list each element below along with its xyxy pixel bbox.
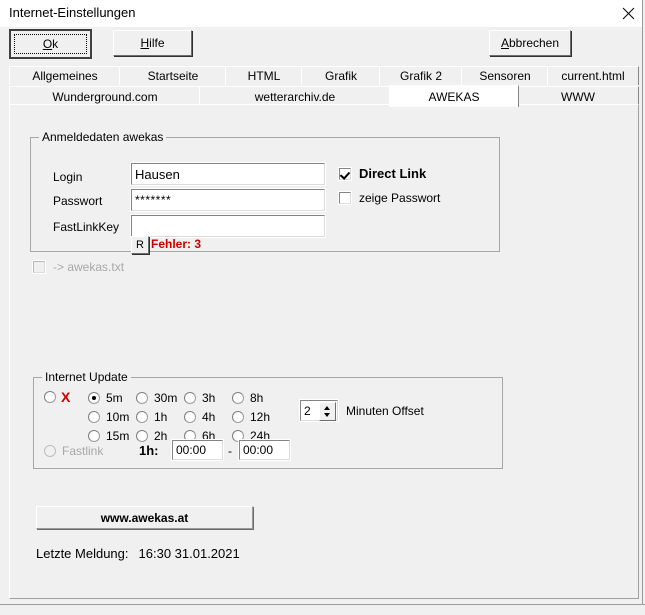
ok-button-focus-ring: Ok [14, 34, 87, 54]
radio-icon [136, 392, 148, 404]
login-input[interactable]: Hausen [131, 163, 325, 185]
awekas-link-button[interactable]: www.awekas.at [36, 506, 253, 529]
stepper-arrows-icon[interactable] [319, 402, 336, 421]
radio-icon [184, 411, 196, 423]
fastlink-end-time-input[interactable]: 00:00 [239, 440, 290, 460]
help-button-label: ilfe [149, 36, 164, 50]
window-border-bottom [0, 604, 645, 615]
radio-label: 5m [106, 391, 123, 405]
tab-sensoren[interactable]: Sensoren [461, 66, 549, 85]
title-bar: Internet-Einstellungen [0, 0, 645, 27]
radio-3h[interactable]: 3h [184, 391, 215, 405]
tab-current-html[interactable]: current.html [547, 66, 639, 85]
tab-wunderground[interactable]: Wunderground.com [9, 86, 201, 106]
fastlinkkey-label: FastLinkKey [53, 220, 119, 234]
radio-12h[interactable]: 12h [232, 410, 270, 424]
radio-update-off[interactable] [44, 391, 56, 403]
arrow-up-icon [324, 406, 330, 410]
radio-label: 12h [250, 410, 270, 424]
radio-fastlink: Fastlink [44, 444, 103, 458]
tab-grafik[interactable]: Grafik [301, 66, 381, 85]
help-button[interactable]: Hilfe [113, 30, 192, 56]
radio-icon [136, 411, 148, 423]
fastlink-start-time-input[interactable]: 00:00 [172, 440, 223, 460]
internet-update-legend: Internet Update [42, 370, 131, 384]
radio-icon [44, 445, 56, 457]
awekas-txt-label: -> awekas.txt [53, 260, 124, 274]
radio-label: 2h [154, 429, 167, 443]
radio-1h[interactable]: 1h [136, 410, 167, 424]
radio-label: 4h [202, 410, 215, 424]
minuten-offset-stepper[interactable]: 2 [300, 400, 338, 421]
error-status-text: Fehler: 3 [151, 237, 201, 251]
checkbox-icon [339, 192, 351, 204]
last-message-value: 16:30 31.01.2021 [139, 546, 240, 561]
radio-icon [44, 391, 56, 403]
tab-wetterarchiv[interactable]: wetterarchiv.de [199, 86, 391, 106]
tab-awekas[interactable]: AWEKAS [389, 85, 519, 107]
radio-label: 3h [202, 391, 215, 405]
show-password-label: zeige Passwort [359, 191, 440, 205]
fastlinkkey-input[interactable] [131, 215, 325, 237]
radio-icon [232, 392, 244, 404]
radio-icon [136, 430, 148, 442]
radio-30m[interactable]: 30m [136, 391, 177, 405]
show-password-checkbox[interactable]: zeige Passwort [339, 191, 440, 205]
radio-icon [184, 392, 196, 404]
login-label: Login [53, 170, 82, 184]
checkbox-icon [33, 261, 45, 273]
ok-button-label: k [52, 37, 58, 51]
reset-button[interactable]: R [131, 236, 149, 254]
radio-4h[interactable]: 4h [184, 410, 215, 424]
direct-link-checkbox[interactable]: Direct Link [339, 166, 426, 181]
login-group-legend: Anmeldedaten awekas [39, 130, 166, 144]
help-button-mnemonic: H [140, 36, 149, 50]
cancel-button-mnemonic: A [501, 36, 509, 50]
offset-value: 2 [304, 404, 311, 418]
radio-10m[interactable]: 10m [88, 410, 129, 424]
fastlink-label: Fastlink [62, 444, 103, 458]
tab-allgemeines[interactable]: Allgemeines [9, 66, 121, 85]
last-message-label: Letzte Meldung: [36, 546, 129, 561]
minuten-offset-label: Minuten Offset [346, 404, 424, 418]
fastlink-interval-label: 1h: [139, 443, 159, 458]
last-message: Letzte Meldung: 16:30 31.01.2021 [36, 546, 240, 561]
radio-label: 1h [154, 410, 167, 424]
tab-strip: Allgemeines Startseite HTML Grafik Grafi… [9, 66, 637, 105]
update-off-marker: X [61, 389, 70, 405]
tab-www[interactable]: WWW [517, 86, 639, 106]
direct-link-label: Direct Link [359, 166, 426, 181]
cancel-button[interactable]: Abbrechen [489, 30, 571, 56]
tab-grafik-2[interactable]: Grafik 2 [379, 66, 463, 85]
radio-2h[interactable]: 2h [136, 429, 167, 443]
checkbox-icon [339, 168, 351, 180]
tab-startseite[interactable]: Startseite [119, 66, 227, 85]
radio-label: 8h [250, 391, 263, 405]
radio-icon [88, 392, 100, 404]
window-title: Internet-Einstellungen [9, 5, 135, 20]
password-label: Passwort [53, 194, 102, 208]
tab-html[interactable]: HTML [225, 66, 303, 85]
close-glyph [622, 7, 635, 20]
dialog-window: Internet-Einstellungen Ok Hilfe Abbreche… [0, 0, 645, 614]
cancel-button-label: bbrechen [509, 36, 559, 50]
password-input[interactable]: ******* [131, 189, 325, 211]
awekas-txt-checkbox: -> awekas.txt [33, 260, 124, 274]
radio-icon [232, 411, 244, 423]
arrow-down-icon [324, 413, 330, 417]
radio-label: 15m [106, 429, 129, 443]
ok-button-mnemonic: O [43, 37, 52, 51]
radio-label: 10m [106, 410, 129, 424]
radio-icon [88, 411, 100, 423]
radio-5m[interactable]: 5m [88, 391, 123, 405]
radio-8h[interactable]: 8h [232, 391, 263, 405]
radio-label: 30m [154, 391, 177, 405]
ok-button[interactable]: Ok [9, 29, 92, 59]
radio-icon [88, 430, 100, 442]
close-icon[interactable] [612, 0, 645, 26]
radio-15m[interactable]: 15m [88, 429, 129, 443]
fastlink-dash: - [228, 444, 232, 458]
